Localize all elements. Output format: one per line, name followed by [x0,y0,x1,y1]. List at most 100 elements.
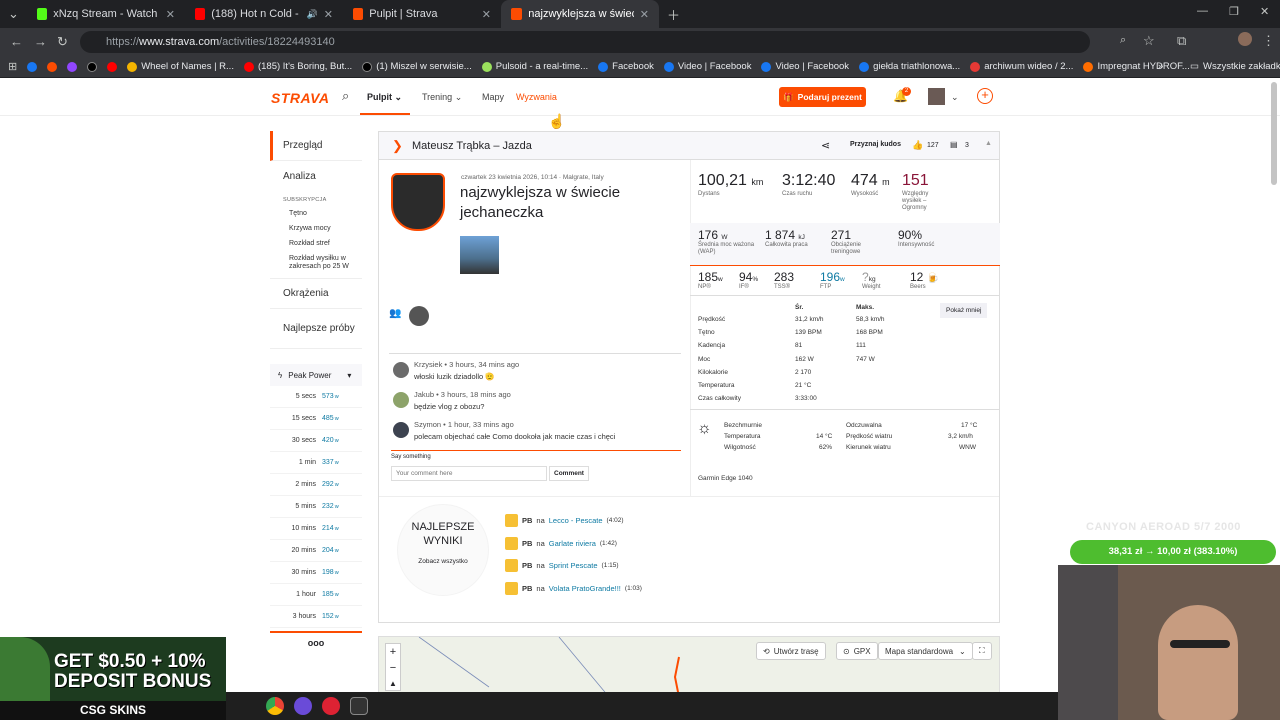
strava-logo[interactable]: STRAVA [271,90,329,106]
tab-search-icon[interactable]: ⌄ [8,6,19,22]
zoom-icon[interactable]: ⌕ [1120,34,1126,47]
comment-input[interactable] [391,466,547,481]
extensions-icon[interactable]: ⧉ [1177,33,1186,49]
peak-power-row[interactable]: 1 min 337 w [270,452,362,474]
avatar[interactable] [393,392,409,408]
maximize-icon[interactable]: ❐ [1229,5,1239,18]
more-button[interactable]: ooo [270,633,362,653]
peak-power-row[interactable]: 1 hour 185 w [270,584,362,606]
bookmark[interactable]: Video | Facebook [663,61,751,72]
bookmark[interactable] [87,61,98,72]
create-route-button[interactable]: ⟲ Utwórz trasę [756,642,826,660]
nav-trening[interactable]: Trening ⌄ [422,92,462,103]
apps-icon[interactable]: ⊞ [8,60,17,73]
minimize-icon[interactable]: — [1197,5,1208,17]
gpx-button[interactable]: ⊙ GPX [836,642,878,660]
tab-pulpit[interactable]: Pulpit | Strava ✕ [343,0,501,28]
all-bookmarks[interactable]: ▭ Wszystkie zakładki [1190,61,1280,72]
give-kudos-button[interactable]: Przyznaj kudos [850,141,901,148]
sidebar-subitem[interactable]: Tętno [270,210,362,218]
sidebar-subitem[interactable]: Krzywa mocy [270,225,362,233]
comment-count[interactable]: 3 [965,142,969,149]
bookmark[interactable]: (1) Miszel w serwisie... [362,61,472,72]
segment-link[interactable]: Lecco - Pescate [549,516,603,525]
bookmark[interactable]: Pulsoid - a real-time... [481,61,588,72]
bookmark[interactable]: Wheel of Names | R... [127,61,234,72]
bookmark[interactable] [107,61,118,72]
sidebar-item-analysis[interactable]: Analiza [270,161,362,191]
sidebar-subitem[interactable]: Rozkład stref [270,240,362,248]
tab-youtube[interactable]: (188) Hot n Cold - Agartha 🔊 ✕ [185,0,343,28]
bookmark[interactable] [67,61,78,72]
comment-button[interactable]: Comment [549,466,589,481]
athlete-avatar-small[interactable] [409,306,429,326]
show-less-button[interactable]: Pokaż mniej [940,303,988,318]
obs-icon[interactable] [322,697,340,715]
sidebar-item-best-efforts[interactable]: Najlepsze próby [270,309,362,349]
bookmark[interactable]: Video | Facebook [761,61,849,72]
segment-link[interactable]: Sprint Pescate [549,561,598,570]
weight-value[interactable]: ?kg [862,270,876,284]
peak-power-row[interactable]: 30 secs 420 w [270,430,362,452]
relative-effort-value[interactable]: 151 [902,172,929,190]
terminal-icon[interactable] [350,697,368,715]
peak-power-row[interactable]: 20 mins 204 w [270,540,362,562]
ftp-value[interactable]: 196w [820,270,845,284]
map-style-select[interactable]: Mapa standardowa ⌄ [878,642,973,660]
close-icon[interactable]: ✕ [482,8,491,21]
bookmark[interactable]: (185) It's Boring, But... [243,61,352,72]
upload-plus-icon[interactable]: + [977,88,993,104]
sidebar-item-overview[interactable]: Przegląd [270,131,362,161]
see-all-link[interactable]: Zobacz wszystko [397,558,489,565]
bookmark[interactable] [27,61,38,72]
comment-author[interactable]: Jakub [414,390,434,399]
forward-icon[interactable]: → [34,34,47,49]
avatar[interactable] [393,362,409,378]
bookmark[interactable] [47,61,58,72]
bookmark[interactable]: giełda triathlonowa... [859,61,960,72]
url-input[interactable]: https://www.strava.com/activities/182244… [80,31,1090,53]
bookmark[interactable]: Facebook [598,61,654,72]
close-window-icon[interactable]: ✕ [1260,5,1269,18]
bookmark[interactable]: archiwum wideo / 2... [970,61,1073,72]
nav-wyzwania[interactable]: Wyzwania [516,92,557,102]
reload-icon[interactable]: ↻ [57,34,68,50]
peak-power-dropdown[interactable]: ϟ Peak Power ▾ [270,364,362,386]
comment-author[interactable]: Krzysiek [414,360,442,369]
athlete-avatar[interactable] [391,173,445,231]
fullscreen-button[interactable]: ⛶ [972,642,992,660]
menu-icon[interactable]: ⋮ [1262,33,1275,49]
bookmark[interactable]: Impregnat HYDROF... [1083,61,1190,72]
segment-link[interactable]: Volata PratoGrande!!! [549,584,621,593]
avatar[interactable] [928,88,945,105]
comment-author[interactable]: Szymon [414,420,441,429]
close-icon[interactable]: ✕ [324,8,333,21]
peak-power-row[interactable]: 3 hours 152 w [270,606,362,628]
zoom-in-icon[interactable]: + [386,644,400,660]
map[interactable]: + − ▲ ⟲ Utwórz trasę ⊙ GPX Mapa standardowa ⌄… [378,636,1000,696]
group-icon[interactable]: 👥 [389,308,401,319]
peak-power-row[interactable]: 5 mins 232 w [270,496,362,518]
chevron-right-icon[interactable]: » [1158,61,1163,72]
close-icon[interactable]: ✕ [166,8,175,21]
speaker-icon[interactable]: 🔊 [307,9,318,20]
app-icon[interactable] [294,697,312,715]
new-tab-icon[interactable]: ＋ [667,5,680,24]
gift-button[interactable]: 🎁 Podaruj prezent [779,87,866,107]
share-icon[interactable]: ⋖ [821,139,830,152]
compass-icon[interactable]: ▲ [386,676,400,692]
avatar[interactable] [393,422,409,438]
peak-power-row[interactable]: 10 mins 214 w [270,518,362,540]
back-icon[interactable]: ← [10,34,23,49]
zoom-out-icon[interactable]: − [386,660,400,676]
tab-activity[interactable]: najzwyklejsza w świecie jechane ✕ [501,0,659,28]
peak-power-row[interactable]: 2 mins 292 w [270,474,362,496]
segment-link[interactable]: Garlate riviera [549,539,596,548]
peak-power-row[interactable]: 15 secs 485 w [270,408,362,430]
peak-power-row[interactable]: 5 secs 573 w [270,386,362,408]
tab-kick[interactable]: xNzq Stream - Watch Live on K ✕ [27,0,185,28]
nav-pulpit[interactable]: Pulpit ⌄ [367,92,402,103]
close-icon[interactable]: ✕ [640,8,649,21]
sidebar-subitem[interactable]: Rozkład wysiłku w zakresach po 25 W [270,255,362,271]
activity-photo[interactable] [460,236,499,274]
